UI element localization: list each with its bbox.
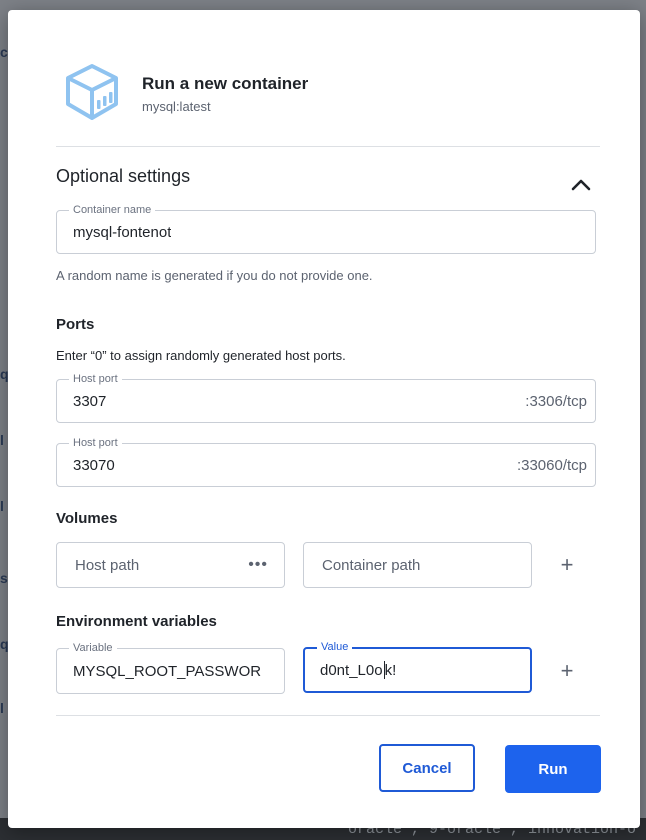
env-value-after-caret: k! [384,661,397,679]
env-value-text: d0nt_L0o k! [320,649,396,691]
host-port-field[interactable]: Host port 33070 :33060/tcp [56,436,596,487]
host-port-value: 3307 [73,392,107,410]
ports-title: Ports [56,316,95,333]
background-fragment: l [0,700,4,716]
divider [56,146,600,147]
host-path-input[interactable]: Host path ••• [56,542,285,588]
container-path-placeholder: Container path [322,556,421,574]
volumes-title: Volumes [56,510,118,527]
run-container-dialog: Run a new container mysql:latest Optiona… [8,10,640,828]
host-path-placeholder: Host path [75,556,140,574]
container-cube-icon [66,64,118,120]
background-fragment: l [0,432,4,448]
env-variable-value: MYSQL_ROOT_PASSWOR [73,662,262,680]
host-port-value: 33070 [73,456,115,474]
env-variable-input[interactable]: Variable MYSQL_ROOT_PASSWOR [56,641,285,694]
cancel-button[interactable]: Cancel [379,744,475,792]
container-name-helper: A random name is generated if you do not… [56,268,373,283]
dialog-title: Run a new container [142,74,309,93]
container-port-label: :3306/tcp [525,392,587,410]
background-fragment: c [0,44,8,60]
optional-settings-title: Optional settings [56,166,191,186]
container-path-input[interactable]: Container path [303,542,532,588]
env-value-input[interactable]: Value d0nt_L0o k! [303,640,532,693]
background-fragment: l [0,498,4,514]
env-title: Environment variables [56,613,217,630]
add-env-button[interactable]: + [557,660,577,682]
env-value-before-caret: d0nt_L0o [320,661,383,679]
container-port-label: :33060/tcp [516,456,587,474]
host-port-field[interactable]: Host port 3307 :3306/tcp [56,372,596,423]
divider [56,715,600,716]
image-name: mysql:latest [142,99,211,114]
container-name-field[interactable]: Container name mysql-fontenot [56,203,596,254]
container-name-value: mysql-fontenot [73,223,172,241]
add-volume-button[interactable]: + [557,554,577,576]
browse-more-icon[interactable]: ••• [248,543,268,587]
ports-description: Enter “0” to assign randomly generated h… [56,348,346,363]
background-fragment: s [0,570,8,586]
chevron-up-icon[interactable] [570,176,592,192]
run-button[interactable]: Run [505,745,601,793]
